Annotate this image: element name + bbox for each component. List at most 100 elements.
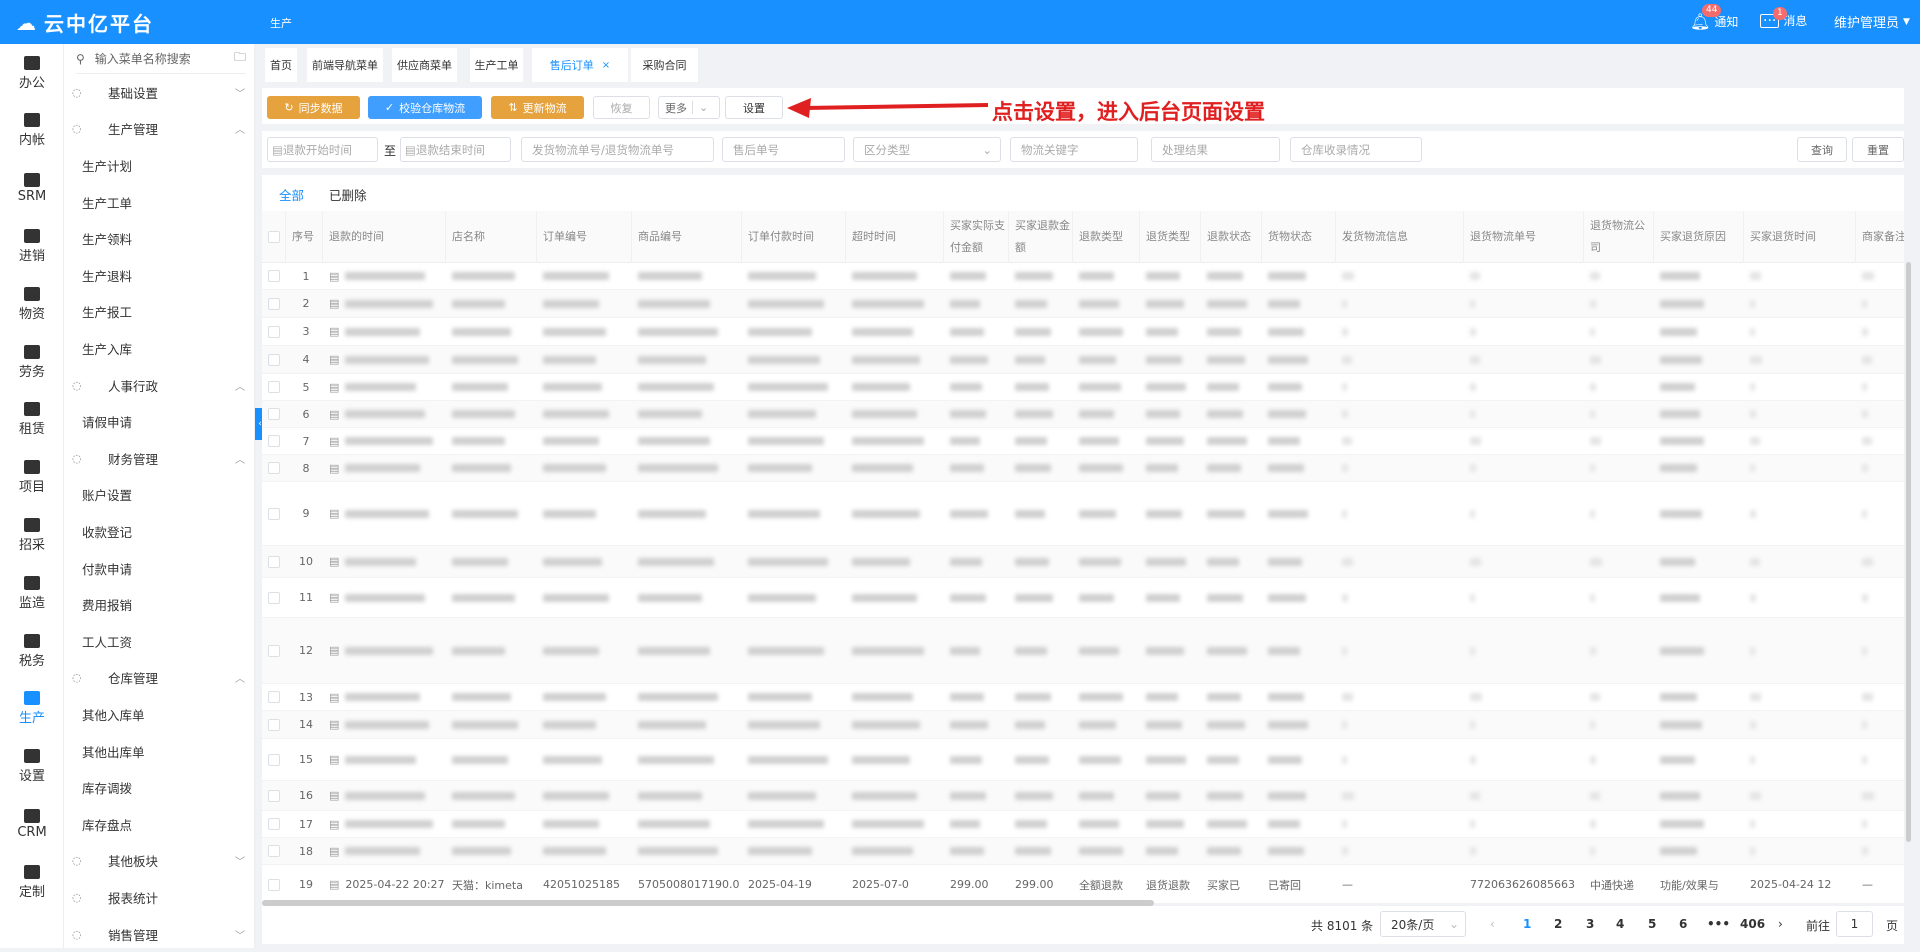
goto-page-input[interactable]: 1	[1836, 911, 1873, 937]
sidebar-item[interactable]: 库存盘点	[64, 806, 255, 843]
sidebar-item[interactable]: 生产工单	[64, 184, 255, 221]
messages-button[interactable]: ··· 1 消息	[1760, 6, 1807, 29]
row-select[interactable]	[262, 838, 286, 864]
page-size-select[interactable]: 20条/页 ⌄	[1380, 911, 1466, 937]
row-checkbox[interactable]	[268, 591, 280, 604]
page-button[interactable]: 3	[1586, 917, 1594, 931]
calendar-icon[interactable]: ▤	[329, 591, 339, 604]
calendar-icon[interactable]: ▤	[329, 718, 339, 731]
calendar-icon[interactable]: ▤	[329, 435, 339, 448]
rail-item-9[interactable]: 监造	[0, 564, 64, 622]
row-checkbox[interactable]	[268, 644, 280, 657]
sidebar-item[interactable]: 费用报销	[64, 586, 255, 623]
more-dropdown[interactable]: 更多 ⌄	[658, 96, 720, 119]
row-checkbox[interactable]	[268, 878, 280, 891]
sidebar-item[interactable]: 工人工资	[64, 623, 255, 660]
rail-item-10[interactable]: 税务	[0, 622, 64, 680]
sidebar-item[interactable]: ◌ 销售管理 ﹀	[64, 916, 255, 952]
select-all-checkbox[interactable]	[268, 230, 280, 243]
sidebar-item[interactable]: ◌ 人事行政 ︿	[64, 367, 255, 404]
calendar-icon[interactable]: ▤	[329, 644, 339, 657]
row-checkbox[interactable]	[268, 353, 280, 366]
rail-item-12[interactable]: 设置	[0, 738, 64, 796]
row-select[interactable]	[262, 455, 286, 481]
calendar-icon[interactable]: ▤	[329, 353, 339, 366]
row-checkbox[interactable]	[268, 718, 280, 731]
sidebar-item[interactable]: 生产报工	[64, 294, 255, 331]
row-checkbox[interactable]	[268, 507, 280, 520]
rail-item-13[interactable]: CRM	[0, 795, 64, 853]
tab-4[interactable]: 售后订单 ×	[532, 48, 628, 82]
sidebar-item[interactable]: 生产计划	[64, 147, 255, 184]
page-button[interactable]: 1	[1523, 917, 1531, 931]
row-checkbox[interactable]	[268, 753, 280, 766]
sync-data-button[interactable]: ↻ 同步数据	[267, 96, 360, 119]
logistics-keyword-input[interactable]: 物流关键字	[1010, 137, 1138, 162]
rail-item-7[interactable]: 项目	[0, 449, 64, 507]
user-menu[interactable]: 维护管理员 ▼	[1834, 12, 1910, 31]
page-button[interactable]: 4	[1616, 917, 1624, 931]
row-select[interactable]	[262, 811, 286, 837]
row-select[interactable]	[262, 684, 286, 710]
calendar-icon[interactable]: ▤	[329, 381, 339, 394]
sidebar-item[interactable]: 生产退料	[64, 257, 255, 294]
row-select[interactable]	[262, 401, 286, 427]
page-button[interactable]: 2	[1554, 917, 1562, 931]
sidebar-item[interactable]: ◌ 财务管理 ︿	[64, 440, 255, 477]
row-select[interactable]	[262, 346, 286, 373]
page-button[interactable]: 6	[1679, 917, 1687, 931]
calendar-icon[interactable]: ▤	[329, 878, 339, 891]
sidebar-item[interactable]: 生产入库	[64, 330, 255, 367]
row-checkbox[interactable]	[268, 297, 280, 310]
notifications-button[interactable]: 🔔︎ 44 通知	[1690, 4, 1738, 31]
calendar-icon[interactable]: ▤	[329, 507, 339, 520]
row-checkbox[interactable]	[268, 381, 280, 393]
row-checkbox[interactable]	[268, 818, 280, 830]
column-header[interactable]	[262, 211, 286, 263]
row-checkbox[interactable]	[268, 845, 280, 857]
page-button[interactable]: 406	[1740, 917, 1765, 931]
rail-item-11[interactable]: 生产	[0, 680, 64, 738]
row-select[interactable]	[262, 578, 286, 617]
tab-1[interactable]: 前端导航菜单	[307, 48, 383, 82]
rail-item-0[interactable]: 办公	[0, 44, 64, 102]
row-checkbox[interactable]	[268, 435, 280, 447]
tab-5[interactable]: 采购合同	[631, 48, 698, 82]
rail-item-3[interactable]: 进销	[0, 217, 64, 275]
prev-page-button[interactable]: ‹	[1490, 917, 1495, 931]
rail-item-1[interactable]: 内帐	[0, 102, 64, 160]
row-select[interactable]	[262, 290, 286, 317]
sidebar-item[interactable]: 请假申请	[64, 403, 255, 440]
row-select[interactable]	[262, 428, 286, 454]
calendar-icon[interactable]: ▤	[329, 789, 339, 802]
row-checkbox[interactable]	[268, 325, 280, 338]
row-select[interactable]	[262, 711, 286, 738]
sidebar-item[interactable]: 其他出库单	[64, 733, 255, 770]
result-input[interactable]: 处理结果	[1151, 137, 1280, 162]
next-page-button[interactable]: ›	[1778, 917, 1783, 931]
sidebar-item[interactable]: ◌ 报表统计	[64, 879, 255, 916]
row-select[interactable]	[262, 546, 286, 577]
row-checkbox[interactable]	[268, 555, 280, 568]
calendar-icon[interactable]: ▤	[329, 408, 339, 421]
rail-item-14[interactable]: 定制	[0, 853, 64, 911]
sidebar-item[interactable]: ◌ 其他板块 ﹀	[64, 843, 255, 880]
calendar-icon[interactable]: ▤	[329, 270, 339, 283]
close-icon[interactable]: ×	[602, 60, 610, 71]
row-select[interactable]	[262, 618, 286, 683]
tab-0[interactable]: 首页	[265, 48, 297, 82]
reset-button[interactable]: 重置	[1852, 137, 1904, 162]
sidebar-item[interactable]: ◌ 基础设置 ﹀	[64, 74, 255, 111]
sidebar-item[interactable]: 生产领料	[64, 220, 255, 257]
calendar-icon[interactable]: ▤	[329, 753, 339, 766]
rail-item-5[interactable]: 劳务	[0, 333, 64, 391]
row-select[interactable]	[262, 781, 286, 810]
sidebar-item[interactable]: 其他入库单	[64, 696, 255, 733]
verify-warehouse-logistics-button[interactable]: ✓ 校验仓库物流	[368, 96, 482, 119]
sidebar-item[interactable]: 库存调拨	[64, 769, 255, 806]
row-select[interactable]	[262, 739, 286, 780]
vertical-scrollbar[interactable]	[1906, 262, 1911, 842]
restore-button[interactable]: 恢复	[593, 96, 650, 119]
tab-all[interactable]: 全部	[279, 185, 304, 204]
rail-item-6[interactable]: 租赁	[0, 391, 64, 449]
